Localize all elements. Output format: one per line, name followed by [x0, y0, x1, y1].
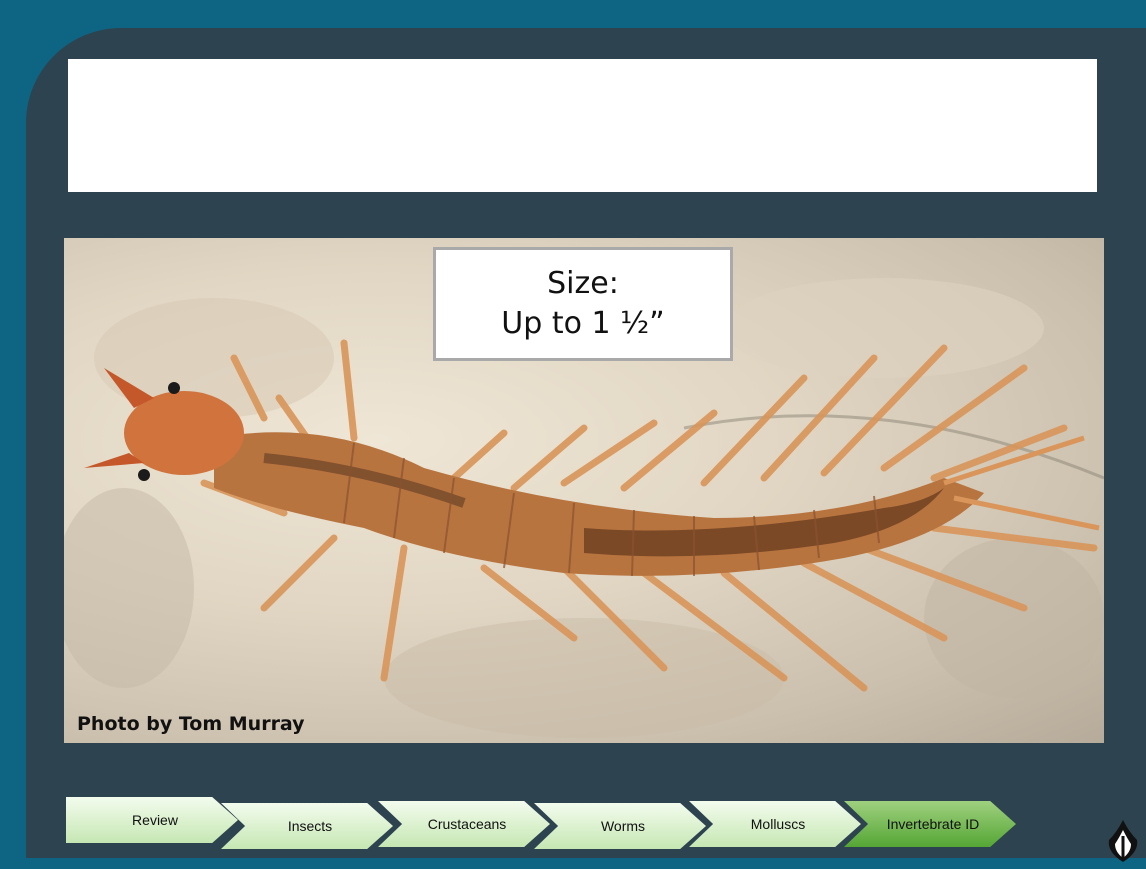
nav-crustaceans-button[interactable]: Crustaceans [378, 801, 550, 847]
size-value: Up to 1 ½” [501, 306, 665, 341]
nav-review-label: Review [132, 812, 178, 828]
size-label: Size: [547, 266, 619, 301]
photo-credit: Photo by Tom Murray [77, 713, 305, 735]
nav-worms-label: Worms [600, 818, 646, 834]
nav-review-button[interactable]: Review [66, 797, 238, 843]
nav-crustaceans-label: Crustaceans [427, 816, 507, 832]
nav-molluscs-button[interactable]: Molluscs [689, 801, 861, 847]
nav-worms-button[interactable]: Worms [534, 803, 706, 849]
title-box [68, 59, 1097, 192]
nav-insects-label: Insects [287, 818, 333, 834]
nav-bar: Review Insects Crustaceans Worms Mollusc… [66, 797, 1026, 851]
nav-invertebrate-id-button[interactable]: Invertebrate ID [844, 801, 1016, 847]
nav-insects-button[interactable]: Insects [221, 803, 393, 849]
size-callout: Size: Up to 1 ½” [433, 247, 733, 361]
shield-logo-icon [1105, 818, 1141, 864]
nav-invertebrate-id-label: Invertebrate ID [886, 816, 980, 832]
nav-molluscs-label: Molluscs [750, 816, 806, 832]
